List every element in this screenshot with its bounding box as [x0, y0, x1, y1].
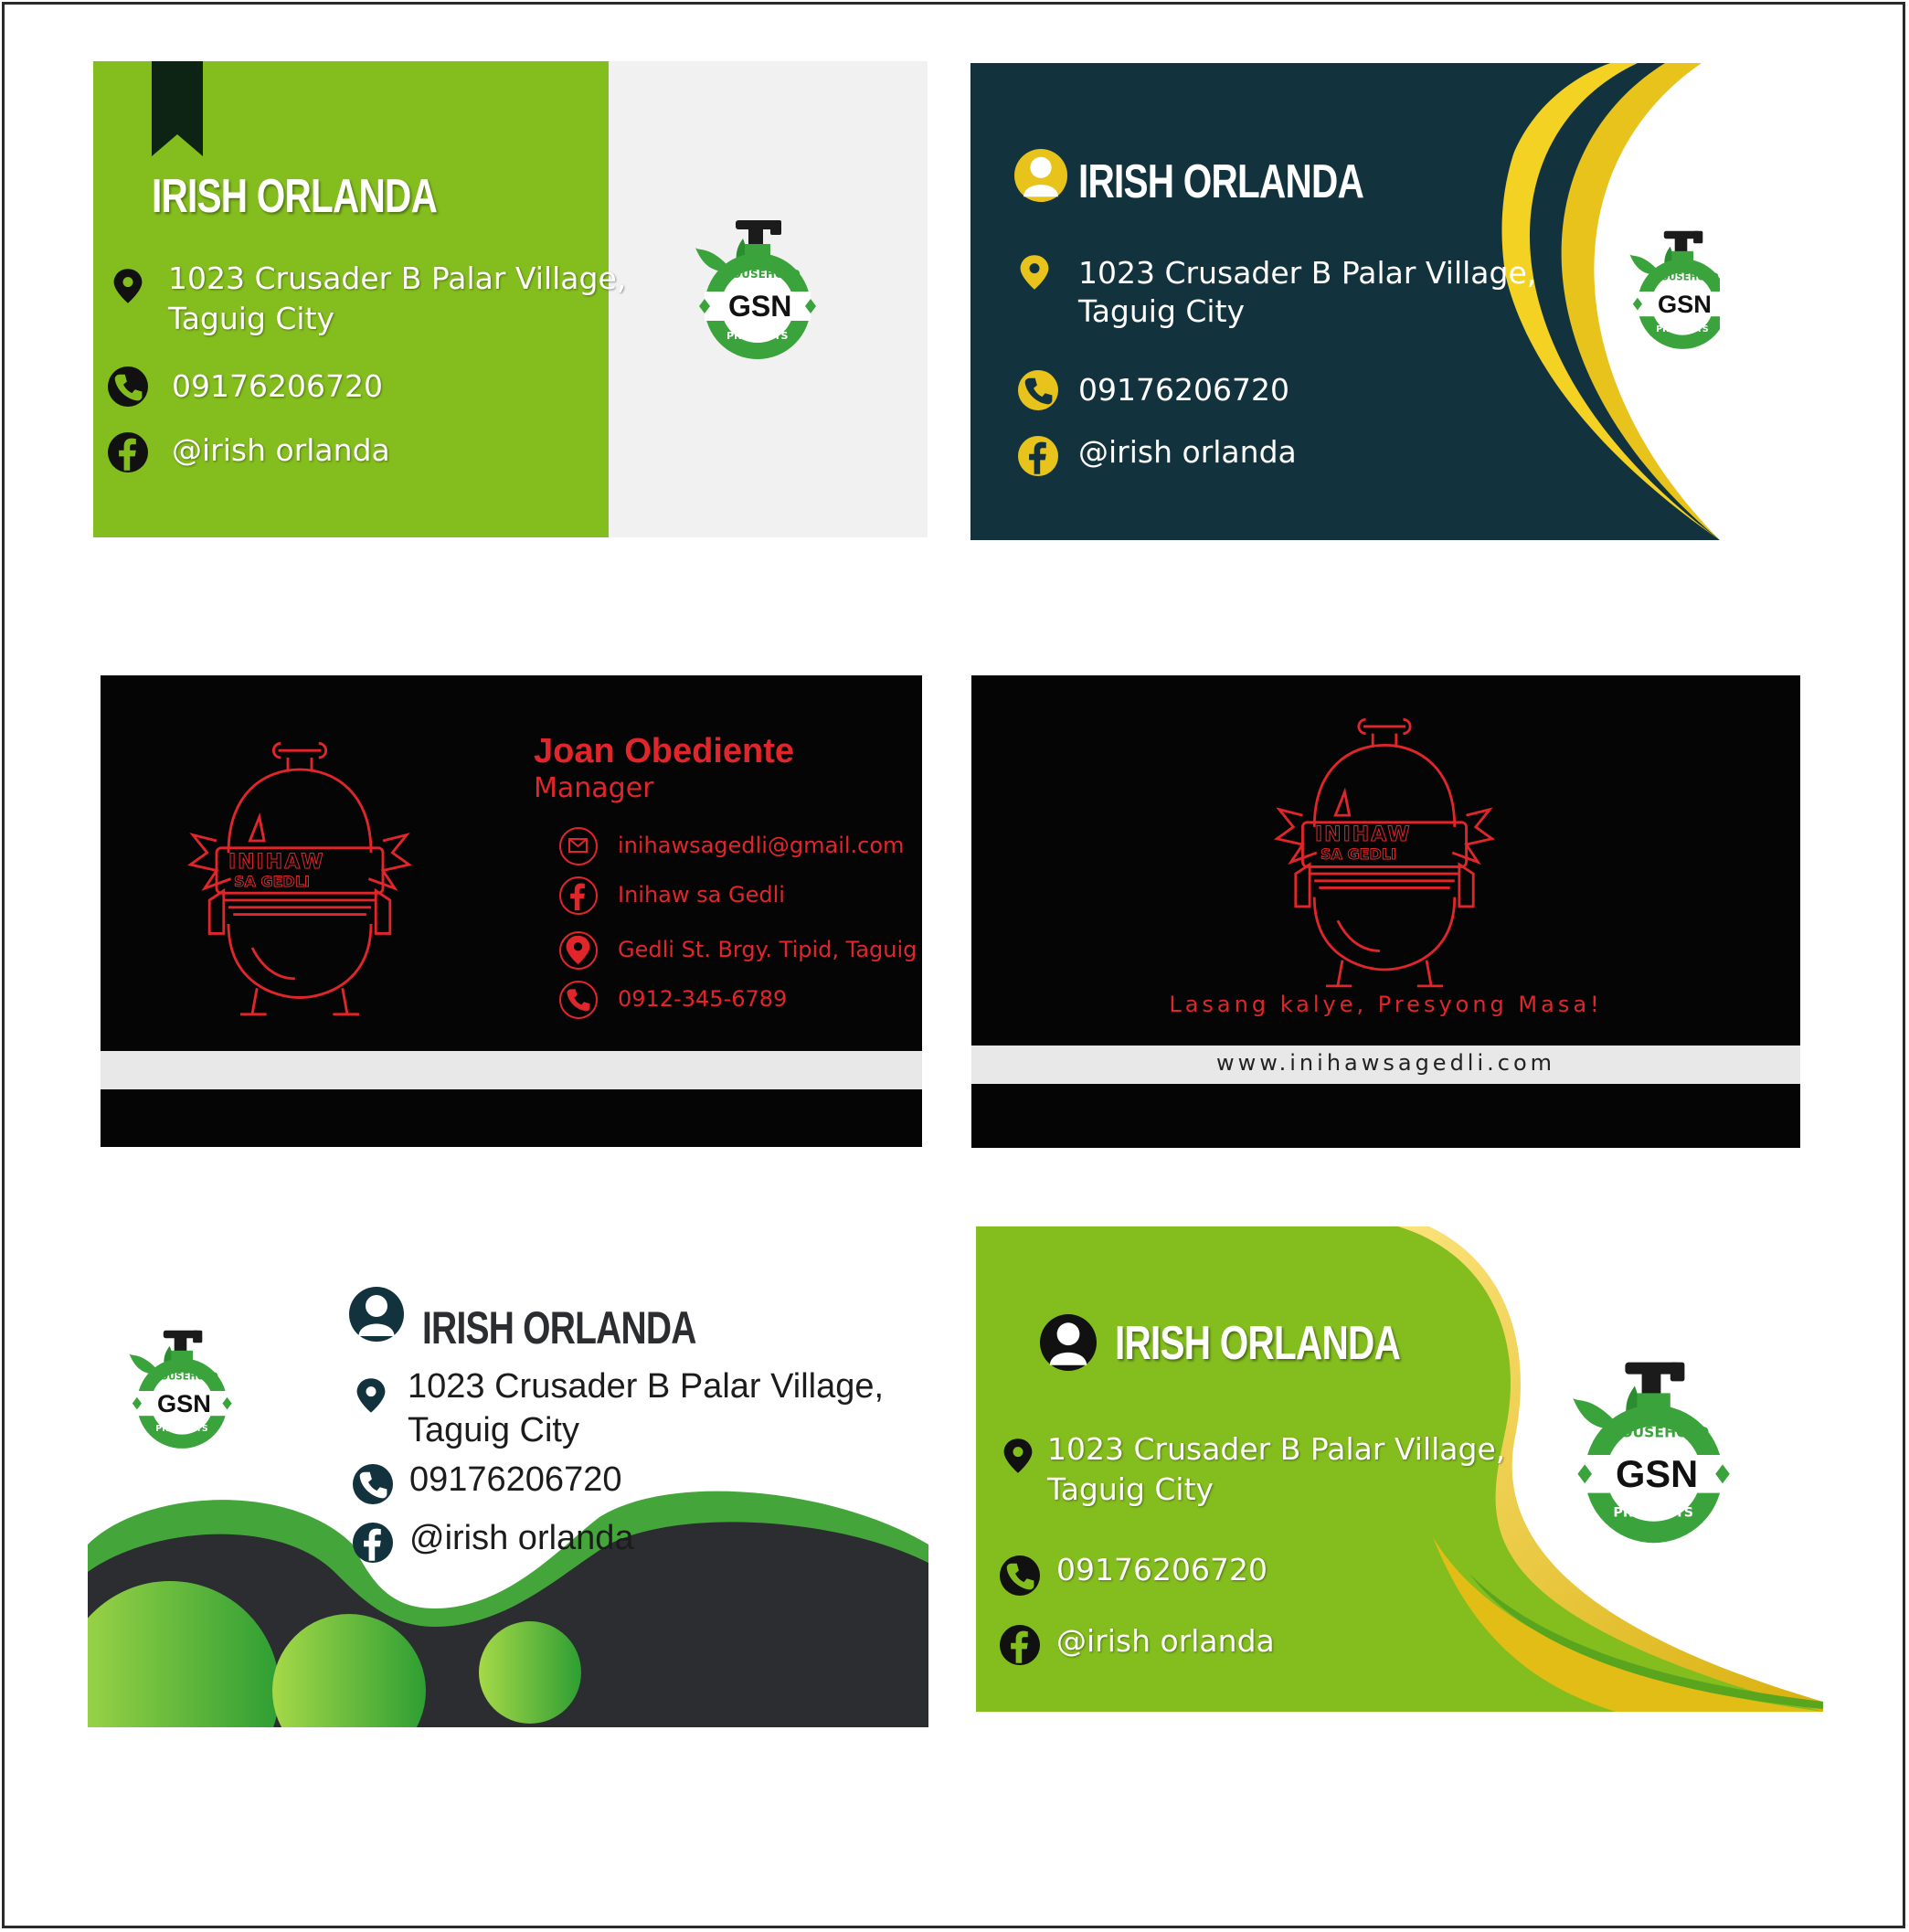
grill-logo-line2: SA GEDLI [234, 873, 311, 891]
phone-number: 09176206720 [1078, 372, 1289, 408]
address-line-2: Taguig City [408, 1411, 579, 1449]
gsn-logo-bottom-text: PRODUCTS [1613, 1504, 1694, 1521]
phone-icon [1000, 1555, 1040, 1596]
gsn-logo-center-text: GSN [157, 1389, 211, 1417]
email-icon-badge [559, 827, 598, 865]
facebook-handle: @irish orlanda [172, 432, 390, 468]
location-pin-icon [351, 1373, 391, 1418]
phone-icon-badge [1000, 1555, 1040, 1596]
gsn-logo-top-text: HOUSEHOLD [723, 268, 801, 281]
phone-icon-badge [108, 366, 148, 407]
phone-icon-badge [353, 1464, 393, 1504]
facebook-icon-badge [1018, 436, 1058, 476]
phone-number: 09176206720 [172, 368, 383, 404]
gsn-logo-center-text: GSN [1616, 1452, 1699, 1496]
card-navy-gold: IRISH ORLANDA 1023 Crusader B Palar Vill… [970, 63, 1720, 540]
gsn-logo-center-text: GSN [1658, 290, 1712, 318]
website-url[interactable]: www.inihawsagedli.com [971, 1050, 1800, 1076]
ribbon-bookmark [152, 61, 203, 156]
facebook-icon-badge [1000, 1625, 1040, 1665]
card-name: IRISH ORLANDA [152, 170, 438, 223]
gsn-logo-center-text: GSN [728, 290, 792, 323]
phone-icon [561, 982, 595, 1016]
address-line-1: 1023 Crusader B Palar Village, [168, 260, 627, 296]
facebook-icon [353, 1523, 393, 1563]
person-icon [349, 1287, 404, 1342]
card-green-ribbon: IRISH ORLANDA 1023 Crusader B Palar Vill… [93, 61, 928, 537]
grill-logo-line1: INIHAW [1315, 823, 1412, 847]
gsn-logo-top-text: HOUSEHOLD [152, 1370, 218, 1382]
facebook-icon [1000, 1625, 1040, 1665]
grill-logo-line1: INIHAW [228, 851, 325, 875]
grill-logo-line2: SA GEDLI [1320, 845, 1397, 864]
email-icon [568, 838, 588, 853]
person-icon-badge [1014, 149, 1067, 202]
grill-logo: INIHAW SA GEDLI [181, 734, 419, 1019]
address-line-2: Taguig City [168, 301, 335, 336]
gsn-logo: HOUSEHOLD GSN PRODUCTS [126, 1329, 235, 1453]
person-icon [1040, 1314, 1097, 1371]
facebook-icon [108, 432, 148, 472]
facebook-page: Inihaw sa Gedli [618, 882, 785, 908]
card-inihaw-front: INIHAW SA GEDLI Joan Obediente Manager i… [101, 675, 922, 1147]
gsn-logo: HOUSEHOLD GSN PRODUCTS [1568, 1360, 1734, 1550]
phone-icon-badge [1018, 370, 1058, 410]
gsn-logo: HOUSEHOLD GSN PRODUCTS [692, 218, 820, 365]
phone-number: 09176206720 [1056, 1552, 1267, 1587]
gsn-logo-bottom-text: PRODUCTS [726, 330, 789, 342]
facebook-handle: @irish orlanda [1056, 1623, 1275, 1659]
tagline: Lasang kalye, Presyong Masa! [1169, 992, 1603, 1017]
gsn-logo-bottom-text: PRODUCTS [1656, 324, 1709, 334]
location-pin-icon [108, 264, 148, 308]
location-icon-badge [559, 931, 598, 970]
grill-logo: INIHAW SA GEDLI [1267, 710, 1501, 991]
phone-number: 09176206720 [409, 1460, 622, 1499]
phone-icon [108, 366, 148, 407]
gsn-logo-top-text: HOUSEHOLD [1652, 271, 1719, 282]
location-pin-icon [998, 1433, 1038, 1479]
person-icon [1014, 149, 1067, 202]
facebook-icon-badge [559, 876, 598, 915]
business-address: Gedli St. Brgy. Tipid, Taguig [618, 937, 917, 962]
address-line-1: 1023 Crusader B Palar Village, [1047, 1431, 1506, 1467]
gsn-logo-top-text: HOUSEHOLD [1608, 1424, 1710, 1441]
location-pin-icon [1014, 249, 1055, 295]
facebook-icon-badge [353, 1523, 393, 1563]
card-green-gold: IRISH ORLANDA 1023 Crusader B Palar Vill… [976, 1226, 1823, 1712]
card-inihaw-back: INIHAW SA GEDLI Lasang kalye, Presyong M… [971, 675, 1800, 1148]
address-line-2: Taguig City [1047, 1471, 1214, 1507]
card-name: IRISH ORLANDA [422, 1302, 696, 1353]
contact-title: Manager [534, 772, 654, 804]
card-name: IRISH ORLANDA [1078, 155, 1364, 208]
facebook-handle: @irish orlanda [409, 1519, 634, 1557]
facebook-icon [561, 878, 595, 912]
address-line-2: Taguig City [1078, 293, 1246, 329]
facebook-icon [1018, 436, 1058, 476]
person-icon-badge [1040, 1314, 1097, 1371]
gsn-logo: HOUSEHOLD GSN PRODUCTS [1627, 229, 1720, 354]
phone-number: 0912-345-6789 [618, 986, 788, 1012]
card-name: IRISH ORLANDA [1115, 1317, 1401, 1370]
person-icon-badge [349, 1287, 404, 1342]
contact-name: Joan Obediente [534, 732, 795, 770]
address-line-1: 1023 Crusader B Palar Village, [408, 1367, 885, 1406]
email-address: inihawsagedli@gmail.com [618, 833, 905, 858]
address-line-1: 1023 Crusader B Palar Village, [1078, 255, 1537, 291]
card-white-bubbles: HOUSEHOLD GSN PRODUCTS IRISH ORLANDA 102… [88, 1270, 928, 1727]
facebook-icon-badge [108, 432, 148, 472]
light-stripe [101, 1051, 922, 1089]
phone-icon [1018, 370, 1058, 410]
phone-icon-badge [559, 981, 598, 1019]
facebook-handle: @irish orlanda [1078, 434, 1297, 470]
gsn-logo-bottom-text: PRODUCTS [155, 1423, 208, 1434]
phone-icon [353, 1464, 393, 1504]
location-pin-icon [561, 933, 595, 967]
